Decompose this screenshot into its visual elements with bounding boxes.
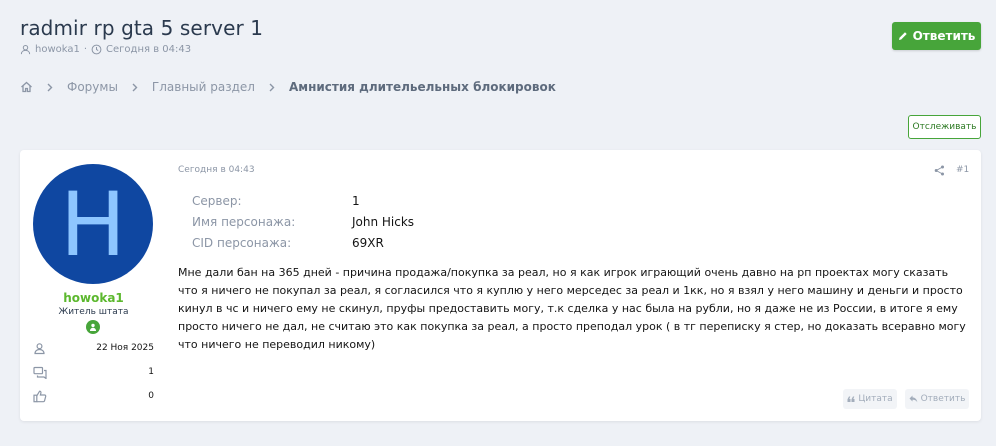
field-value: 1 xyxy=(352,194,360,208)
stat-messages: 1 xyxy=(33,366,154,380)
messages-icon xyxy=(33,366,47,379)
reply-arrow-icon xyxy=(909,395,918,403)
meta-separator: · xyxy=(83,44,88,55)
post-message: Мне дали бан на 365 дней - причина прода… xyxy=(178,266,966,351)
thread-meta: howoka1 · Сегодня в 04:43 xyxy=(20,44,191,55)
stat-reactions-value: 0 xyxy=(148,391,154,401)
field-value: John Hicks xyxy=(352,215,415,229)
field-row-cid: CID персонажа: 69XR xyxy=(192,236,492,252)
avatar-letter: H xyxy=(59,172,127,276)
field-value: 69XR xyxy=(352,236,384,250)
field-row-character-name: Имя персонажа: John Hicks xyxy=(192,215,492,231)
post: H howoka1 Житель штата 22 Ноя 2025 1 0 С… xyxy=(20,150,981,421)
quote-button-label: Цитата xyxy=(858,394,893,404)
chevron-right-icon xyxy=(132,83,138,92)
user-icon xyxy=(33,342,46,355)
field-label: Имя персонажа: xyxy=(192,215,296,229)
username-link[interactable]: howoka1 xyxy=(20,291,167,305)
chevron-right-icon xyxy=(269,83,275,92)
clock-icon xyxy=(91,44,102,55)
quote-icon xyxy=(847,396,855,403)
post-number-link[interactable]: #1 xyxy=(956,165,969,175)
post-user-column: H howoka1 Житель штата 22 Ноя 2025 1 0 xyxy=(20,150,167,421)
watch-button[interactable]: Отслеживать xyxy=(908,115,981,139)
post-date-link[interactable]: Сегодня в 04:43 xyxy=(178,165,255,175)
breadcrumb-main-section[interactable]: Главный раздел xyxy=(152,80,255,94)
avatar[interactable]: H xyxy=(33,164,153,284)
thread-author-link[interactable]: howoka1 xyxy=(35,44,80,55)
user-icon xyxy=(20,44,31,55)
user-badge-icon xyxy=(86,320,100,334)
breadcrumb: Форумы Главный раздел Амнистия длительел… xyxy=(20,80,556,94)
share-icon[interactable] xyxy=(934,165,945,176)
breadcrumb-current[interactable]: Амнистия длительельных блокировок xyxy=(289,80,556,94)
reply-button[interactable]: Ответить xyxy=(892,22,981,50)
thread-time-link[interactable]: Сегодня в 04:43 xyxy=(106,44,191,55)
post-reply-button[interactable]: Ответить xyxy=(905,389,969,409)
pencil-icon xyxy=(898,31,908,41)
chevron-right-icon xyxy=(47,83,53,92)
field-row-server: Сервер: 1 xyxy=(192,194,492,210)
quote-button[interactable]: Цитата xyxy=(843,389,897,409)
stat-joined-value: 22 Ноя 2025 xyxy=(96,343,154,353)
field-label: CID персонажа: xyxy=(192,236,292,250)
user-title: Житель штата xyxy=(58,307,129,317)
stat-joined: 22 Ноя 2025 xyxy=(33,342,154,356)
stat-messages-value: 1 xyxy=(148,367,154,377)
thread-title: radmir rp gta 5 server 1 xyxy=(20,16,264,40)
reply-button-label: Ответить xyxy=(912,29,976,43)
thumbs-up-icon xyxy=(33,390,47,403)
post-reply-button-label: Ответить xyxy=(920,394,966,404)
breadcrumb-forums[interactable]: Форумы xyxy=(67,80,118,94)
field-label: Сервер: xyxy=(192,194,242,208)
home-icon[interactable] xyxy=(20,81,33,93)
stat-reactions: 0 xyxy=(33,390,154,404)
